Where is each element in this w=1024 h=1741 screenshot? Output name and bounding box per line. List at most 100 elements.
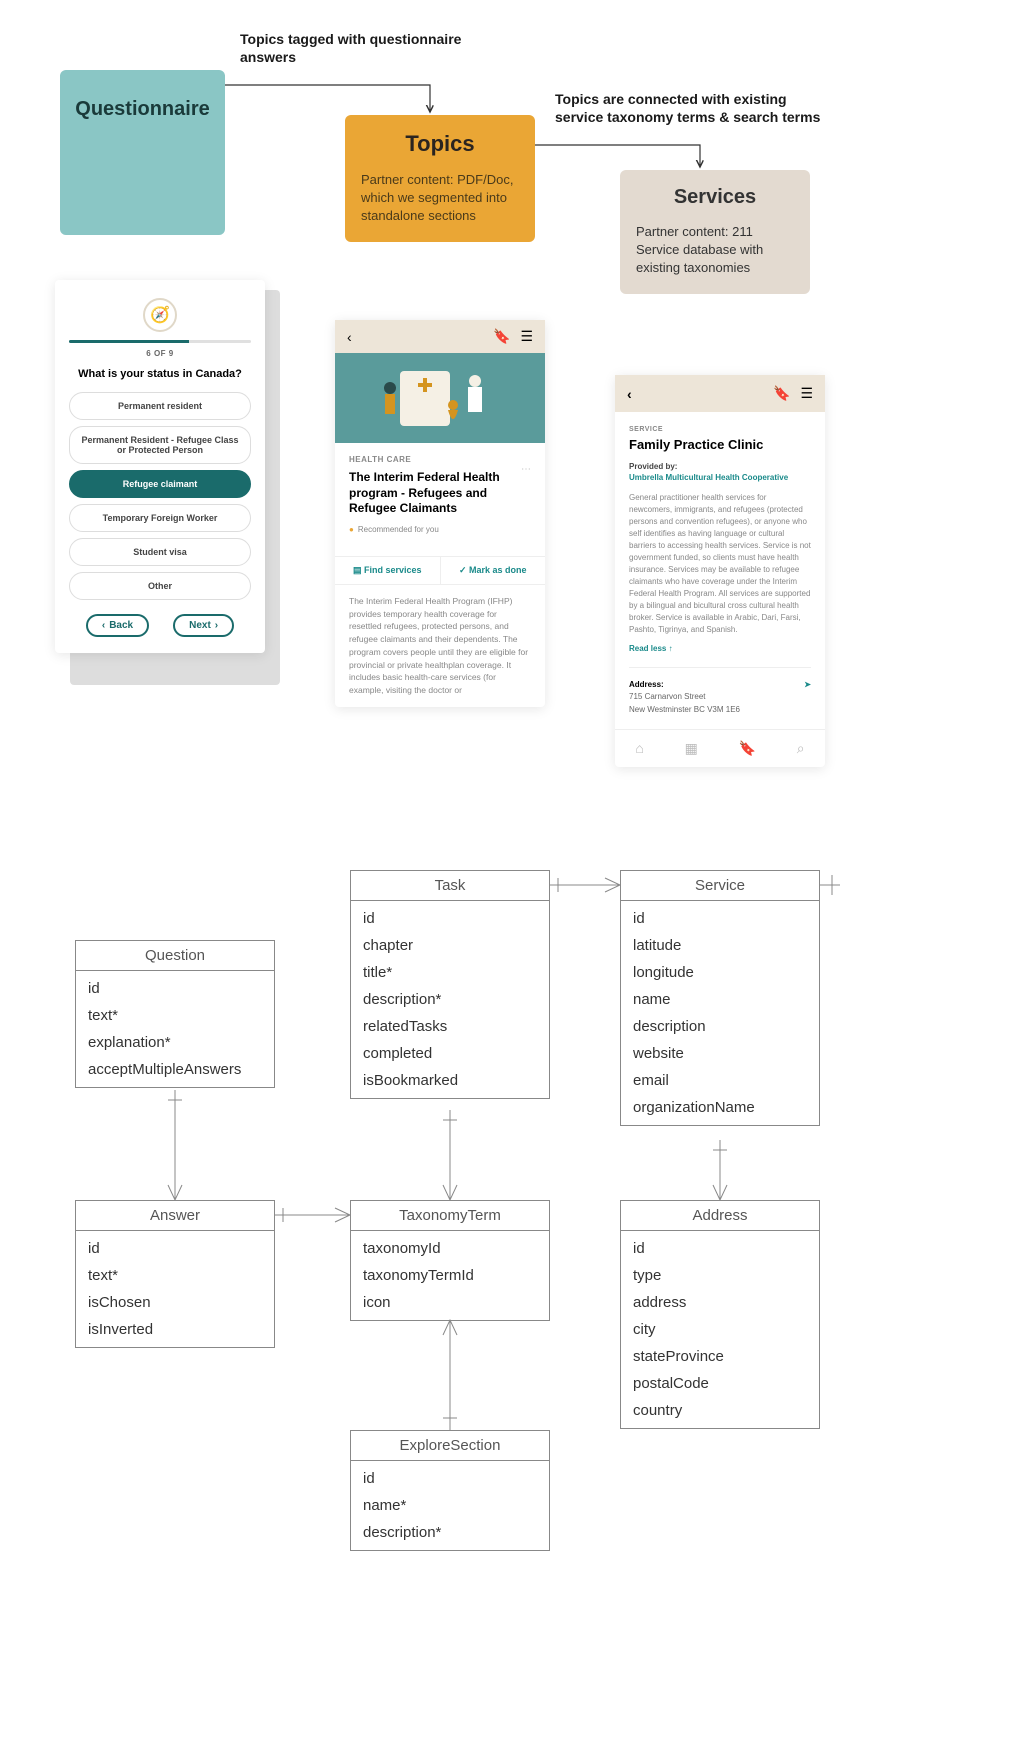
back-icon[interactable]: ‹ <box>627 386 632 402</box>
er-field: id <box>621 905 819 932</box>
er-field: description <box>621 1013 819 1040</box>
entity-address-title: Address <box>621 1201 819 1231</box>
topic-body-text: The Interim Federal Health Program (IFHP… <box>335 585 545 707</box>
phone-questionnaire: 🧭 6 OF 9 What is your status in Canada? … <box>55 280 265 653</box>
entity-service-title: Service <box>621 871 819 901</box>
er-field: name* <box>351 1492 549 1519</box>
entity-task: Task id chapter title* description* rela… <box>350 870 550 1099</box>
home-icon[interactable]: ⌂ <box>635 740 643 757</box>
search-icon[interactable]: ⌕ <box>797 740 805 757</box>
more-icon[interactable]: ⋯ <box>521 464 531 475</box>
entity-answer-title: Answer <box>76 1201 274 1231</box>
compass-icon: 🧭 <box>143 298 177 332</box>
er-field: text* <box>76 1002 274 1029</box>
er-field: chapter <box>351 932 549 959</box>
er-field: completed <box>351 1040 549 1067</box>
er-field: isInverted <box>76 1316 274 1343</box>
er-field: taxonomyId <box>351 1235 549 1262</box>
er-field: name <box>621 986 819 1013</box>
bookmark-icon[interactable]: 🔖 <box>493 328 510 344</box>
menu-icon[interactable]: ☰ <box>520 328 533 344</box>
option-0[interactable]: Permanent resident <box>69 392 251 420</box>
menu-icon[interactable]: ☰ <box>800 385 813 401</box>
entity-task-title: Task <box>351 871 549 901</box>
box-questionnaire-title: Questionnaire <box>75 98 209 121</box>
entity-service: Service id latitude longitude name descr… <box>620 870 820 1126</box>
er-field: country <box>621 1397 819 1424</box>
service-description: General practitioner health services for… <box>629 492 811 636</box>
er-field: id <box>621 1235 819 1262</box>
progress-bar <box>69 340 251 343</box>
entity-exploresection-title: ExploreSection <box>351 1431 549 1461</box>
er-field: explanation* <box>76 1029 274 1056</box>
step-counter: 6 OF 9 <box>69 349 251 358</box>
box-services-title: Services <box>636 186 794 209</box>
entity-taxonomyterm-title: TaxonomyTerm <box>351 1201 549 1231</box>
mark-done-button[interactable]: ✓ Mark as done <box>441 557 546 584</box>
box-services-desc: Partner content: 211 Service database wi… <box>636 223 794 278</box>
er-field: isBookmarked <box>351 1067 549 1094</box>
find-services-button[interactable]: ▤ Find services <box>335 557 441 584</box>
er-field: acceptMultipleAnswers <box>76 1056 274 1083</box>
er-field: organizationName <box>621 1094 819 1121</box>
list-icon: ▤ <box>353 565 362 575</box>
recommended-badge: Recommended for you <box>349 525 531 534</box>
service-label: SERVICE <box>629 426 811 433</box>
provider-link[interactable]: Umbrella Multicultural Health Cooperativ… <box>629 473 811 482</box>
er-field: postalCode <box>621 1370 819 1397</box>
back-button[interactable]: ‹Back <box>86 614 149 637</box>
annotation-topics-connected: Topics are connected with existing servi… <box>555 90 835 126</box>
option-4[interactable]: Student visa <box>69 538 251 566</box>
er-field: id <box>351 1465 549 1492</box>
er-field: email <box>621 1067 819 1094</box>
entity-question: Question id text* explanation* acceptMul… <box>75 940 275 1088</box>
address-line-1: 715 Carnarvon Street <box>629 691 811 702</box>
er-field: longitude <box>621 959 819 986</box>
hero-illustration <box>335 353 545 443</box>
read-less-button[interactable]: Read less ↑ <box>629 644 811 653</box>
er-field: city <box>621 1316 819 1343</box>
location-icon[interactable]: ➤ <box>804 680 811 689</box>
option-5[interactable]: Other <box>69 572 251 600</box>
address-line-2: New Westminster BC V3M 1E6 <box>629 704 811 715</box>
bookmark-tab-icon[interactable]: 🔖 <box>739 740 756 757</box>
entity-answer: Answer id text* isChosen isInverted <box>75 1200 275 1348</box>
entity-taxonomyterm: TaxonomyTerm taxonomyId taxonomyTermId i… <box>350 1200 550 1321</box>
annotation-topics-tagged: Topics tagged with questionnaire answers <box>240 30 520 66</box>
er-field: stateProvince <box>621 1343 819 1370</box>
er-field: website <box>621 1040 819 1067</box>
er-field: title* <box>351 959 549 986</box>
next-button[interactable]: Next› <box>173 614 234 637</box>
box-topics-desc: Partner content: PDF/Doc, which we segme… <box>361 171 519 226</box>
chevron-left-icon: ‹ <box>102 620 105 631</box>
phone-topic: ‹ 🔖 ☰ HEALTH CARE The Interim Federal Hea… <box>335 320 545 707</box>
option-1[interactable]: Permanent Resident - Refugee Class or Pr… <box>69 426 251 464</box>
provided-by-label: Provided by: <box>629 462 811 471</box>
er-field: taxonomyTermId <box>351 1262 549 1289</box>
bookmark-icon[interactable]: 🔖 <box>773 385 790 401</box>
question-text: What is your status in Canada? <box>69 368 251 380</box>
option-3[interactable]: Temporary Foreign Worker <box>69 504 251 532</box>
entity-question-title: Question <box>76 941 274 971</box>
address-label: Address: <box>629 680 664 689</box>
er-field: id <box>351 905 549 932</box>
back-icon[interactable]: ‹ <box>347 329 352 345</box>
box-topics-title: Topics <box>361 131 519 157</box>
check-icon: ✓ <box>459 565 467 575</box>
er-field: address <box>621 1289 819 1316</box>
box-topics: Topics Partner content: PDF/Doc, which w… <box>345 115 535 242</box>
er-field: latitude <box>621 932 819 959</box>
topic-title: The Interim Federal Health program - Ref… <box>349 470 521 517</box>
entity-address: Address id type address city stateProvin… <box>620 1200 820 1429</box>
er-field: id <box>76 975 274 1002</box>
chevron-right-icon: › <box>215 620 218 631</box>
er-field: description* <box>351 986 549 1013</box>
book-icon[interactable]: ▦ <box>685 740 698 757</box>
er-field: relatedTasks <box>351 1013 549 1040</box>
topic-category: HEALTH CARE <box>349 455 531 464</box>
box-services: Services Partner content: 211 Service da… <box>620 170 810 294</box>
option-2[interactable]: Refugee claimant <box>69 470 251 498</box>
er-field: text* <box>76 1262 274 1289</box>
entity-exploresection: ExploreSection id name* description* <box>350 1430 550 1551</box>
er-field: type <box>621 1262 819 1289</box>
